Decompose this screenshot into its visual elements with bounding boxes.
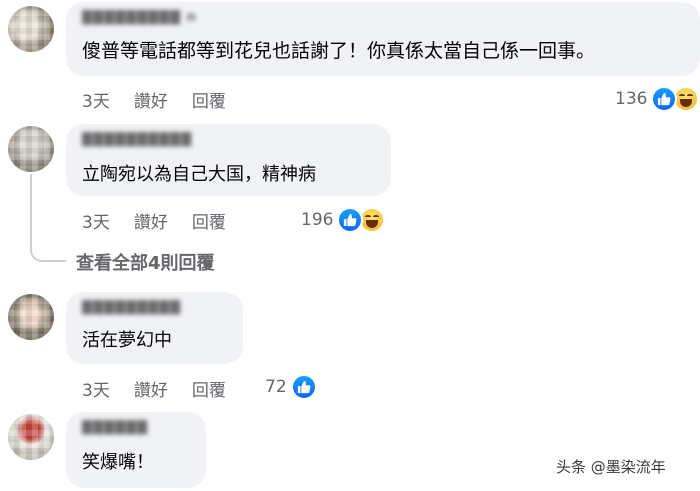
comment-text: 立陶宛以為自己大国，精神病 bbox=[82, 164, 316, 185]
comment-actions: 3天 讚好 回覆 bbox=[82, 208, 226, 233]
comment-author[interactable]: ██████████ bbox=[82, 132, 232, 148]
reaction-summary[interactable]: 196 bbox=[301, 206, 386, 234]
reply-button[interactable]: 回覆 bbox=[192, 376, 226, 401]
reaction-summary[interactable]: 72 bbox=[265, 373, 317, 401]
avatar[interactable] bbox=[8, 414, 54, 460]
reply-button[interactable]: 回覆 bbox=[192, 87, 226, 112]
avatar[interactable] bbox=[8, 126, 54, 172]
comment-text: 活在夢幻中 bbox=[82, 330, 172, 351]
comment-text: 傻普等電話都等到花兒也話謝了！你真係太當自己係一回事。 bbox=[82, 40, 596, 62]
comment-time[interactable]: 3天 bbox=[82, 87, 110, 112]
like-button[interactable]: 讚好 bbox=[134, 376, 168, 401]
reaction-count: 196 bbox=[301, 210, 334, 230]
like-button[interactable]: 讚好 bbox=[134, 87, 168, 112]
comment-bubble: █████████ 活在夢幻中 bbox=[66, 292, 243, 364]
comment-author[interactable]: █████████ n bbox=[82, 10, 222, 26]
comment-author[interactable]: █████████ bbox=[82, 300, 222, 316]
comment-bubble: ██████ 笑爆嘴！ bbox=[66, 412, 206, 488]
haha-icon bbox=[673, 86, 700, 112]
thread-connector bbox=[30, 174, 66, 262]
haha-icon bbox=[359, 207, 386, 233]
reaction-count: 72 bbox=[265, 377, 287, 397]
comment-bubble: █████████ n 傻普等電話都等到花兒也話謝了！你真係太當自己係一回事。 bbox=[66, 2, 700, 76]
comment-bubble: ██████████ 立陶宛以為自己大国，精神病 bbox=[66, 124, 391, 196]
comment-time[interactable]: 3天 bbox=[82, 208, 110, 233]
like-icon bbox=[651, 86, 678, 112]
like-icon bbox=[290, 374, 317, 400]
like-icon bbox=[337, 207, 364, 233]
avatar[interactable] bbox=[8, 6, 54, 52]
comment-actions: 3天 讚好 回覆 bbox=[82, 87, 226, 112]
like-button[interactable]: 讚好 bbox=[134, 208, 168, 233]
view-all-replies-link[interactable]: 查看全部4則回覆 bbox=[76, 249, 215, 275]
reaction-summary[interactable]: 136 bbox=[615, 85, 700, 113]
comment-text: 笑爆嘴！ bbox=[82, 452, 154, 473]
comment-author[interactable]: ██████ bbox=[82, 420, 187, 436]
comment-actions: 3天 讚好 回覆 bbox=[82, 376, 226, 401]
avatar[interactable] bbox=[8, 294, 54, 340]
reaction-count: 136 bbox=[615, 89, 648, 109]
watermark: 头条 @墨染流年 bbox=[556, 458, 666, 476]
reply-button[interactable]: 回覆 bbox=[192, 208, 226, 233]
comment-time[interactable]: 3天 bbox=[82, 376, 110, 401]
